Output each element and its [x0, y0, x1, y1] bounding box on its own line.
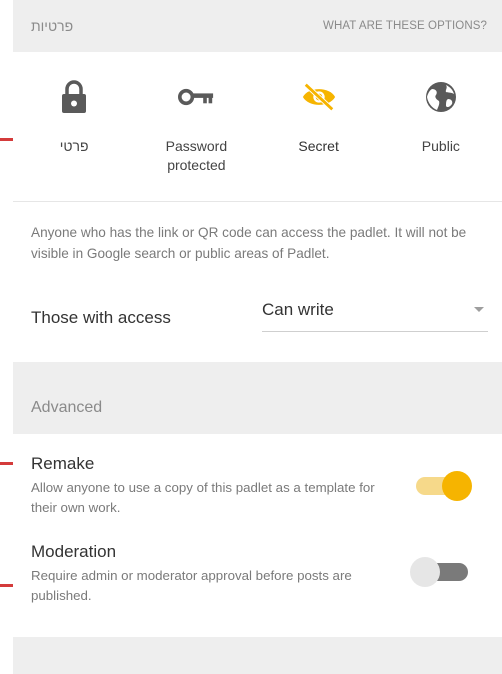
globe-icon	[423, 79, 459, 115]
advanced-title: Advanced	[31, 399, 103, 416]
access-row: Those with access Can write	[13, 282, 502, 359]
annotation-mark	[0, 138, 13, 141]
privacy-description: Anyone who has the link or QR code can a…	[31, 225, 467, 261]
option-password-protected[interactable]: Password protected	[135, 52, 257, 201]
option-public[interactable]: Public	[380, 52, 502, 201]
option-secret[interactable]: Secret	[258, 52, 380, 201]
access-value: Can write	[262, 299, 334, 319]
lock-icon	[56, 79, 92, 115]
setting-description: Require admin or moderator approval befo…	[31, 568, 352, 603]
setting-moderation: Moderation Require admin or moderator ap…	[13, 542, 502, 606]
privacy-options: פרטי Password protected Secret Public	[13, 52, 502, 202]
advanced-header: Advanced	[13, 362, 502, 434]
setting-title: Remake	[31, 454, 95, 473]
privacy-header: פרטיות WHAT ARE THESE OPTIONS?	[13, 0, 502, 52]
annotation-mark	[0, 462, 13, 465]
remake-toggle[interactable]	[410, 470, 474, 502]
chevron-down-icon	[474, 307, 484, 312]
option-label: Secret	[298, 138, 339, 154]
privacy-panel: פרטיות WHAT ARE THESE OPTIONS? פרטי Pass…	[13, 0, 502, 674]
access-label: Those with access	[31, 308, 171, 327]
setting-remake: Remake Allow anyone to use a copy of thi…	[13, 454, 502, 518]
section-title: פרטיות	[31, 18, 74, 34]
footer-bar	[13, 637, 502, 674]
option-label: פרטי	[59, 138, 89, 154]
eye-off-icon	[301, 79, 337, 115]
key-icon	[178, 79, 214, 115]
access-select[interactable]: Can write	[262, 296, 488, 332]
setting-title: Moderation	[31, 542, 117, 561]
help-link[interactable]: WHAT ARE THESE OPTIONS?	[323, 20, 487, 32]
toggle-thumb	[410, 557, 440, 587]
option-label: Password protected	[165, 138, 228, 173]
moderation-toggle[interactable]	[410, 556, 474, 588]
option-private[interactable]: פרטי	[13, 52, 135, 201]
toggle-thumb	[442, 471, 472, 501]
setting-description: Allow anyone to use a copy of this padle…	[31, 480, 375, 515]
setting-text: Moderation Require admin or moderator ap…	[31, 542, 381, 606]
setting-text: Remake Allow anyone to use a copy of thi…	[31, 454, 381, 518]
annotation-mark	[0, 584, 13, 587]
option-label: Public	[421, 138, 460, 154]
